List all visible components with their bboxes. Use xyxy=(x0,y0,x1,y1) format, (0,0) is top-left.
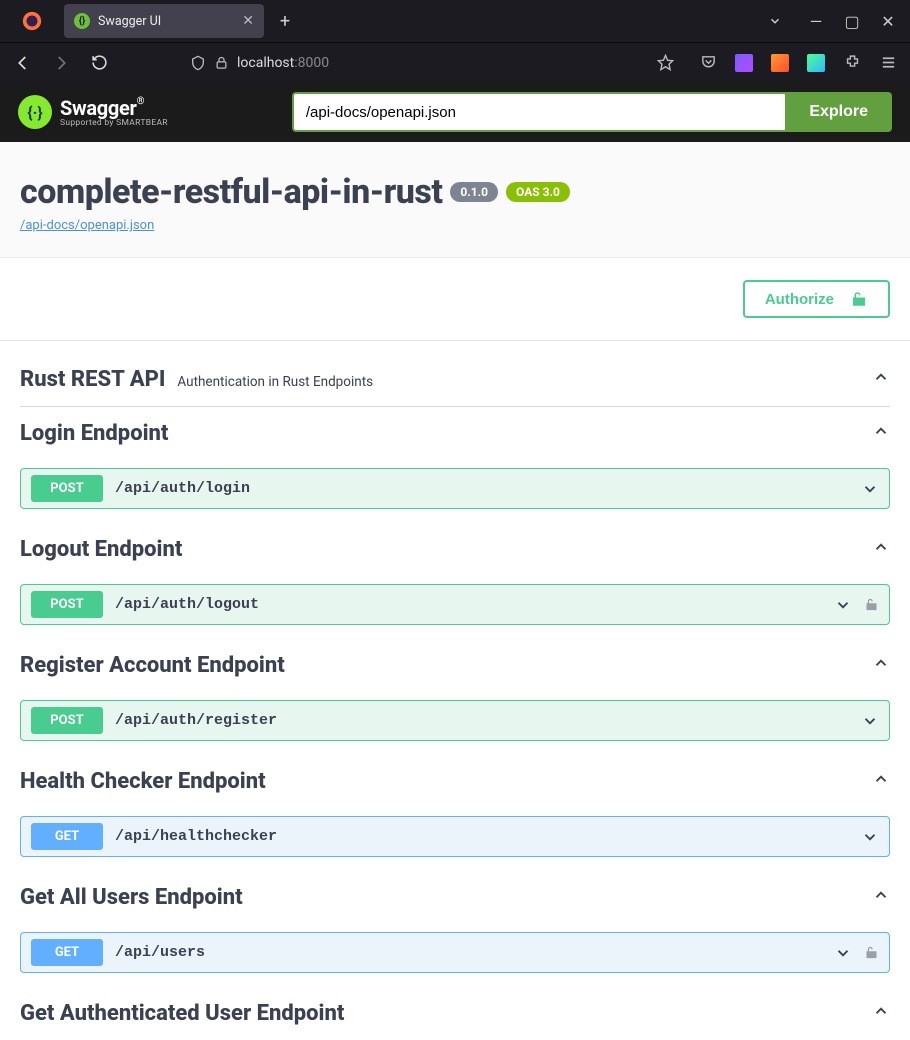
lock-icon[interactable] xyxy=(214,55,229,70)
tag-header[interactable]: Register Account Endpoint xyxy=(20,639,890,692)
tag-header[interactable]: Get All Users Endpoint xyxy=(20,871,890,924)
url-text: localhost:8000 xyxy=(237,55,329,71)
tag-header[interactable]: Logout Endpoint xyxy=(20,523,890,576)
tag-name: Get Authenticated User Endpoint xyxy=(20,1001,344,1026)
operation-path: /api/users xyxy=(115,944,205,961)
chevron-down-icon xyxy=(834,596,852,614)
window-close-button[interactable]: ✕ xyxy=(872,7,904,35)
http-method-badge: POST xyxy=(31,707,103,734)
swagger-favicon-icon: {} xyxy=(74,13,90,29)
browser-tab[interactable]: {} Swagger UI ✕ xyxy=(64,4,264,38)
spec-link[interactable]: /api-docs/openapi.json xyxy=(20,218,154,233)
bookmark-star-icon[interactable] xyxy=(657,54,674,71)
operation-path: /api/auth/logout xyxy=(115,596,259,613)
shield-icon[interactable] xyxy=(190,55,206,71)
tag-description: Authentication in Rust Endpoints xyxy=(177,374,373,390)
extension-icon-1[interactable] xyxy=(730,49,758,77)
window-maximize-button[interactable]: ▢ xyxy=(836,7,868,35)
chevron-up-icon xyxy=(872,654,890,672)
tag-header[interactable]: Login Endpoint xyxy=(20,407,890,460)
authorize-label: Authorize xyxy=(765,291,834,308)
operations-list: Rust REST API Authentication in Rust Endp… xyxy=(0,341,910,1040)
close-tab-icon[interactable]: ✕ xyxy=(242,13,254,29)
chevron-down-icon xyxy=(861,480,879,498)
explore-button[interactable]: Explore xyxy=(785,92,892,132)
operation-row[interactable]: POST/api/auth/login xyxy=(20,468,890,509)
auth-section: Authorize xyxy=(0,257,910,341)
http-method-badge: GET xyxy=(31,823,103,850)
tag-name: Logout Endpoint xyxy=(20,537,182,562)
chevron-up-icon xyxy=(872,886,890,904)
tag-name: Get All Users Endpoint xyxy=(20,885,243,910)
app-menu-icon[interactable] xyxy=(874,49,902,77)
http-method-badge: POST xyxy=(31,591,103,618)
operation-row[interactable]: GET/api/users xyxy=(20,932,890,973)
api-info: complete-restful-api-in-rust 0.1.0 OAS 3… xyxy=(0,142,910,257)
operation-row[interactable]: POST/api/auth/register xyxy=(20,700,890,741)
titlebar: {} Swagger UI ✕ + — ▢ ✕ xyxy=(0,0,910,42)
lock-icon[interactable] xyxy=(864,597,879,612)
lock-icon[interactable] xyxy=(864,945,879,960)
extension-icon-2[interactable] xyxy=(766,49,794,77)
chevron-down-icon xyxy=(834,944,852,962)
lock-open-icon xyxy=(850,290,868,308)
pocket-icon[interactable] xyxy=(694,49,722,77)
tag-name: Login Endpoint xyxy=(20,421,168,446)
operation-path: /api/auth/register xyxy=(115,712,277,729)
chevron-up-icon xyxy=(872,422,890,440)
swagger-topbar: {·} Swagger® Supported by SMARTBEAR Expl… xyxy=(0,82,910,142)
chevron-up-icon xyxy=(872,1002,890,1020)
nav-reload-button[interactable] xyxy=(84,48,114,78)
chevron-up-icon xyxy=(872,538,890,556)
swagger-brand-text: Swagger® Supported by SMARTBEAR xyxy=(60,96,168,128)
tag-name: Rust REST API xyxy=(20,367,165,392)
operation-path: /api/healthchecker xyxy=(115,828,277,845)
nav-forward-button[interactable] xyxy=(46,48,76,78)
chevron-up-icon xyxy=(872,368,890,386)
operation-row[interactable]: GET/api/healthchecker xyxy=(20,816,890,857)
tab-title: Swagger UI xyxy=(98,14,234,29)
window-minimize-button[interactable]: — xyxy=(800,7,832,35)
swagger-logo[interactable]: {·} Swagger® Supported by SMARTBEAR xyxy=(18,95,168,129)
api-title: complete-restful-api-in-rust xyxy=(20,172,442,212)
http-method-badge: GET xyxy=(31,939,103,966)
authorize-button[interactable]: Authorize xyxy=(743,280,890,318)
tag-name: Health Checker Endpoint xyxy=(20,769,266,794)
url-bar[interactable]: localhost:8000 xyxy=(182,47,682,79)
operation-row[interactable]: POST/api/auth/logout xyxy=(20,584,890,625)
tag-name: Register Account Endpoint xyxy=(20,653,285,678)
window-controls: — ▢ ✕ xyxy=(800,7,904,35)
swagger-mark-icon: {·} xyxy=(18,95,52,129)
api-version-badge: 0.1.0 xyxy=(450,182,498,202)
http-method-badge: POST xyxy=(31,475,103,502)
tag-header[interactable]: Get Authenticated User Endpoint xyxy=(20,987,890,1040)
firefox-logo-icon xyxy=(18,7,46,35)
chevron-down-icon xyxy=(861,712,879,730)
spec-url-input[interactable] xyxy=(292,92,785,132)
extensions-button-icon[interactable] xyxy=(838,49,866,77)
chevron-up-icon xyxy=(872,770,890,788)
extension-icon-3[interactable] xyxy=(802,49,830,77)
browser-toolbar: localhost:8000 xyxy=(0,42,910,82)
tag-header[interactable]: Rust REST API Authentication in Rust Endp… xyxy=(20,353,890,407)
oas-badge: OAS 3.0 xyxy=(506,182,570,202)
new-tab-button[interactable]: + xyxy=(270,11,300,32)
chevron-down-icon xyxy=(861,828,879,846)
nav-back-button[interactable] xyxy=(8,48,38,78)
tag-header[interactable]: Health Checker Endpoint xyxy=(20,755,890,808)
tabs-dropdown-icon[interactable] xyxy=(768,14,782,28)
browser-chrome: {} Swagger UI ✕ + — ▢ ✕ xyxy=(0,0,910,82)
operation-path: /api/auth/login xyxy=(115,480,250,497)
